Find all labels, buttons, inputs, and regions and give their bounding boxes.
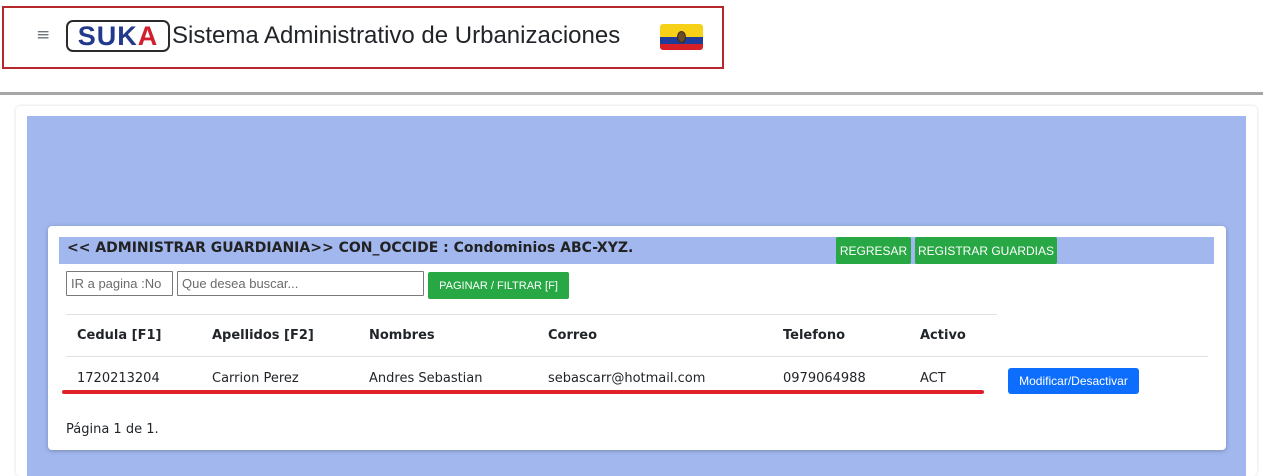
modify-deactivate-button[interactable]: Modificar/Desactivar [1008, 368, 1139, 394]
header-divider [0, 92, 1263, 95]
search-input[interactable] [177, 271, 424, 296]
cell-correo: sebascarr@hotmail.com [548, 371, 706, 386]
column-header-activo: Activo [920, 328, 966, 343]
table-top-border [66, 314, 997, 315]
cell-apellidos: Carrion Perez [212, 371, 299, 386]
cell-telefono: 0979064988 [783, 371, 866, 386]
regresar-button[interactable]: REGRESAR [836, 237, 911, 264]
app-title: Sistema Administrativo de Urbanizaciones [172, 22, 621, 49]
column-header-telefono: Telefono [783, 328, 846, 343]
column-header-cedula[interactable]: Cedula [F1] [77, 327, 161, 345]
cell-cedula: 1720213204 [77, 371, 160, 386]
paginate-filter-button[interactable]: PAGINAR / FILTRAR [F] [428, 272, 569, 299]
suka-logo: SUKA [66, 20, 170, 52]
page-number-input[interactable] [66, 271, 173, 296]
ecuador-flag-icon [660, 24, 703, 50]
row-highlight-underline [62, 390, 984, 394]
cell-nombres: Andres Sebastian [369, 371, 483, 386]
column-header-nombres: Nombres [369, 328, 435, 343]
column-header-correo: Correo [548, 328, 598, 343]
pagination-info: Página 1 de 1. [66, 422, 159, 437]
card-title: << ADMINISTRAR GUARDIANIA>> CON_OCCIDE :… [67, 240, 634, 256]
cell-activo: ACT [920, 371, 946, 386]
hamburger-icon[interactable]: ≡ [36, 27, 52, 44]
registrar-guardias-button[interactable]: REGISTRAR GUARDIAS [915, 237, 1057, 264]
header-row-border [66, 356, 1208, 357]
column-header-apellidos[interactable]: Apellidos [F2] [212, 327, 314, 345]
